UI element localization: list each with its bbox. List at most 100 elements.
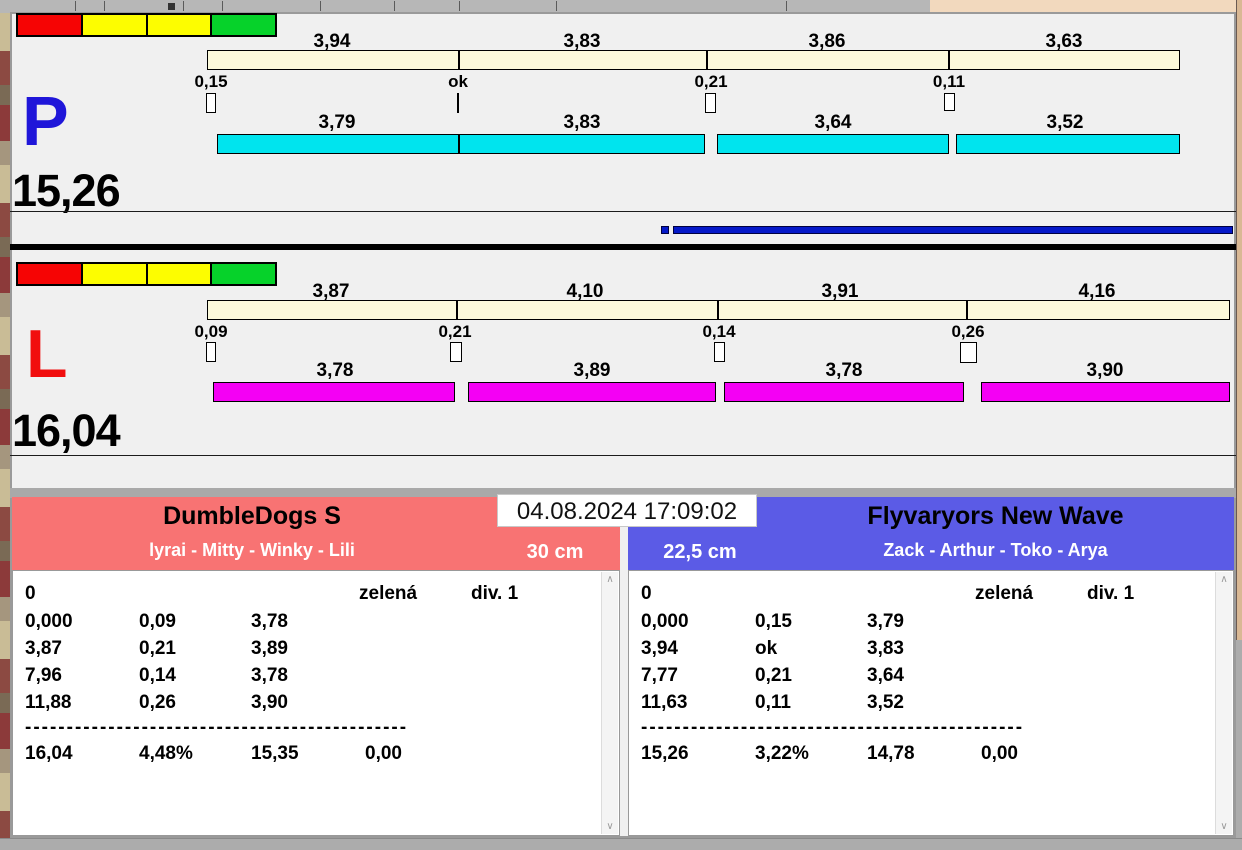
change-time: 0,26 [139,692,176,713]
team-left-lineup: lyrai - Mitty - Winky - Lili [149,540,355,560]
results-divider: ----------------------------------------… [641,717,1025,738]
lane-p-total-time: 15,26 [12,165,121,216]
change-time: 0,09 [139,611,176,632]
net-time: 15,35 [251,743,299,764]
start-light-green [212,15,275,35]
leg-time: 3,64 [867,665,904,686]
split-time: 7,77 [641,665,678,686]
lane-l-fault-3: 0,14 [702,322,736,341]
lane-l-fault-4: 0,26 [951,322,985,341]
net-time: 14,78 [867,743,915,764]
scrollbar[interactable]: ∧ ∨ [601,572,618,834]
lane-l-bottom-time-4: 3,90 [1086,360,1124,381]
screen: P 3,94 3,83 3,86 3,63 0,15 ok 0,21 0,11 … [0,0,1242,850]
penalty-time: 0,00 [365,743,402,764]
lane-p-fault-3: 0,21 [694,72,728,91]
division-label: div. 1 [1087,583,1135,604]
lane-p-fault-1: 0,15 [194,72,228,91]
color-label: zelená [975,583,1034,604]
lane-p-bottom-time-1: 3,79 [318,112,356,133]
lane-l-bottom-bar-4 [981,382,1230,402]
results-divider: ----------------------------------------… [25,717,409,738]
lane-p-fault-2: ok [448,72,468,91]
background-window-icon [168,3,175,10]
split-time: 11,88 [25,692,72,713]
change-time: 0,15 [755,611,792,632]
status-strip [0,838,1242,850]
divider-line [10,211,1236,212]
leg-time: 3,83 [867,638,904,659]
race-progress-chip [661,226,669,234]
fault-indicator-box [206,342,216,362]
results-panel-left[interactable]: 0 zelená div. 1 0,000 0,09 3,78 3,87 0,2… [12,570,620,836]
scroll-down-icon[interactable]: ∨ [602,821,618,832]
split-time: 0,000 [641,611,689,632]
results-panel-right[interactable]: 0 zelená div. 1 0,000 0,15 3,79 3,94 ok … [628,570,1234,836]
fault-indicator-box [714,342,725,362]
background-window-edge-bottom [1236,640,1242,850]
lane-p-bottom-time-2: 3,83 [563,112,601,133]
lane-p-bottom-time-4: 3,52 [1046,112,1084,133]
leg-time: 3,78 [251,665,288,686]
change-time: 0,11 [755,692,791,713]
lane-p-bottom-time-3: 3,64 [814,112,852,133]
lane-l-fault-1: 0,09 [194,322,228,341]
lane-l-bottom-bar-1 [213,382,455,402]
start-lights-l [16,262,277,286]
scroll-up-icon[interactable]: ∧ [1216,574,1232,585]
fault-percent: 4,48% [139,743,193,764]
lane-l-bottom-time-1: 3,78 [316,360,354,381]
scrollbar[interactable]: ∧ ∨ [1215,572,1232,834]
start-light-red [18,15,83,35]
background-window-edge [1236,0,1242,640]
bar-divider [966,300,968,320]
start-lights-p [16,13,277,37]
start-light-green [212,264,275,284]
bar-divider [458,50,460,70]
team-right-jump-height: 22,5 cm [663,541,737,563]
lane-separator [10,244,1236,250]
total-time: 16,04 [25,743,73,764]
leg-time: 3,79 [867,611,904,632]
lane-l-bottom-time-3: 3,78 [825,360,863,381]
fault-indicator-box [960,342,977,363]
bar-divider [706,50,708,70]
team-right-name: Flyvaryors New Wave [867,502,1124,530]
lane-p-bottom-bar-3 [956,134,1180,154]
start-light-yellow-2 [147,264,213,284]
penalty-time: 0,00 [981,743,1018,764]
team-right-lineup: Zack - Arthur - Toko - Arya [883,540,1108,560]
bar-divider [717,300,719,320]
fault-indicator-box [206,93,216,113]
fault-indicator-box [944,93,955,111]
change-time: 0,21 [139,638,176,659]
race-progress-bar [673,226,1233,234]
lane-p-label: P [22,82,69,160]
bar-divider [458,134,460,154]
lane-l-bottom-bar-3 [724,382,964,402]
scroll-down-icon[interactable]: ∨ [1216,821,1232,832]
change-time: 0,14 [139,665,176,686]
start-light-yellow-2 [147,15,213,35]
bar-divider [456,300,458,320]
divider-line [10,455,1236,456]
fault-ok-tick [457,93,459,113]
start-light-yellow-1 [82,15,148,35]
run-number: 0 [641,583,652,604]
split-time: 3,94 [641,638,678,659]
team-left-jump-height: 30 cm [526,541,584,563]
split-time: 0,000 [25,611,73,632]
bar-divider [948,50,950,70]
leg-time: 3,90 [251,692,288,713]
color-label: zelená [359,583,418,604]
lane-p-bottom-bar-1 [217,134,705,154]
change-time: ok [755,638,778,659]
change-time: 0,21 [755,665,792,686]
fault-percent: 3,22% [755,743,809,764]
lane-p-fault-4: 0,11 [932,72,966,91]
lane-l-top-bar [207,300,1230,320]
scroll-up-icon[interactable]: ∧ [602,574,618,585]
background-window-sliver [0,13,10,838]
lane-p-bottom-bar-2 [717,134,949,154]
lane-l-total-time: 16,04 [12,405,121,456]
